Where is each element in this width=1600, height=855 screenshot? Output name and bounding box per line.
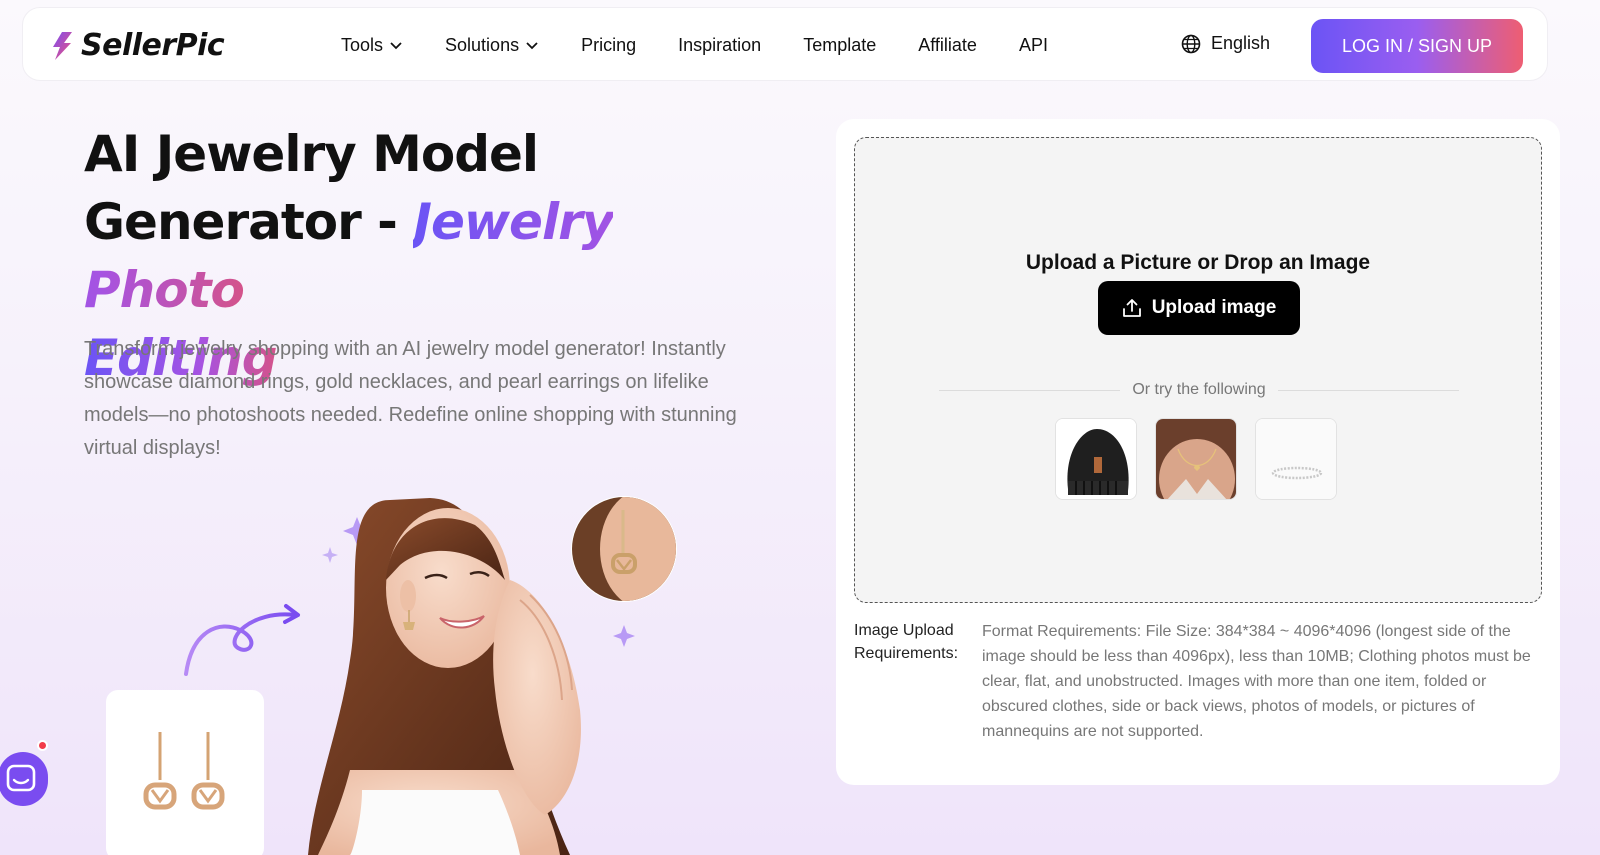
upload-button-label: Upload image bbox=[1151, 297, 1277, 318]
nav-item-solutions[interactable]: Solutions bbox=[445, 35, 539, 56]
sparkle-icon bbox=[613, 625, 635, 647]
nav-item-inspiration[interactable]: Inspiration bbox=[678, 35, 761, 56]
nav-item-label: Pricing bbox=[581, 34, 637, 55]
nav-item-label: Inspiration bbox=[678, 34, 762, 55]
upload-icon bbox=[1122, 299, 1141, 317]
requirements-text: Format Requirements: File Size: 384*384 … bbox=[982, 623, 1531, 740]
upload-image-button[interactable]: Upload image bbox=[1098, 281, 1300, 335]
sample-image-beanie[interactable] bbox=[1055, 418, 1137, 500]
language-selector[interactable]: English bbox=[1181, 33, 1270, 54]
upload-requirements: Image Upload Requirements: Format Requir… bbox=[854, 619, 1544, 744]
curved-arrow bbox=[184, 612, 297, 676]
nav-item-api[interactable]: API bbox=[1019, 35, 1048, 56]
nav-item-pricing[interactable]: Pricing bbox=[581, 35, 636, 56]
nav-item-label: Template bbox=[803, 34, 877, 55]
title-line-1: AI Jewelry Model bbox=[84, 125, 539, 183]
nav-item-affiliate[interactable]: Affiliate bbox=[918, 35, 977, 56]
chevron-down-icon bbox=[390, 42, 402, 50]
notification-dot bbox=[37, 740, 48, 751]
nav-item-tools[interactable]: Tools bbox=[341, 35, 403, 56]
chevron-down-icon bbox=[526, 42, 538, 50]
hero-description: Transform jewelry shopping with an AI je… bbox=[84, 338, 737, 459]
sample-images bbox=[1055, 418, 1337, 500]
or-text: Or try the following bbox=[1132, 381, 1266, 398]
brand-logo[interactable]: SellerPic bbox=[49, 28, 225, 63]
language-label: English bbox=[1211, 33, 1271, 53]
sample-image-bracelet[interactable] bbox=[1255, 418, 1337, 500]
sample-divider: Or try the following bbox=[939, 381, 1460, 399]
nav-item-label: Solutions bbox=[445, 34, 520, 55]
upload-panel: Upload a Picture or Drop an Image Upload… bbox=[836, 119, 1560, 785]
hero-model-illustration bbox=[106, 496, 677, 855]
lightning-bolt-logo-icon bbox=[53, 31, 72, 60]
dropzone-title: Upload a Picture or Drop an Image bbox=[1025, 251, 1371, 274]
necklace-thumbnail bbox=[1156, 419, 1236, 499]
requirements-label: Image Upload Requirements: bbox=[854, 622, 959, 662]
bracelet-thumbnail bbox=[1256, 419, 1336, 499]
beanie-thumbnail bbox=[1056, 419, 1136, 499]
sample-image-necklace[interactable] bbox=[1155, 418, 1237, 500]
nav-item-label: Affiliate bbox=[918, 34, 977, 55]
chat-icon bbox=[6, 764, 36, 792]
nav-item-label: Tools bbox=[341, 34, 384, 55]
sparkle-icon bbox=[322, 547, 338, 563]
globe-icon bbox=[1181, 34, 1201, 53]
top-navbar: SellerPic Tools Solutions Pricing Inspir… bbox=[22, 7, 1548, 81]
nav-item-template[interactable]: Template bbox=[803, 35, 876, 56]
title-line-2: Generator - bbox=[84, 193, 414, 251]
image-dropzone[interactable]: Upload a Picture or Drop an Image Upload… bbox=[854, 137, 1542, 603]
login-signup-button[interactable]: LOG IN / SIGN UP bbox=[1311, 19, 1523, 73]
brand-name: SellerPic bbox=[81, 28, 225, 63]
main-menu: Tools Solutions Pricing Inspiration Temp… bbox=[341, 8, 1048, 82]
chat-widget-button[interactable] bbox=[0, 752, 48, 806]
nav-item-label: API bbox=[1018, 34, 1048, 55]
